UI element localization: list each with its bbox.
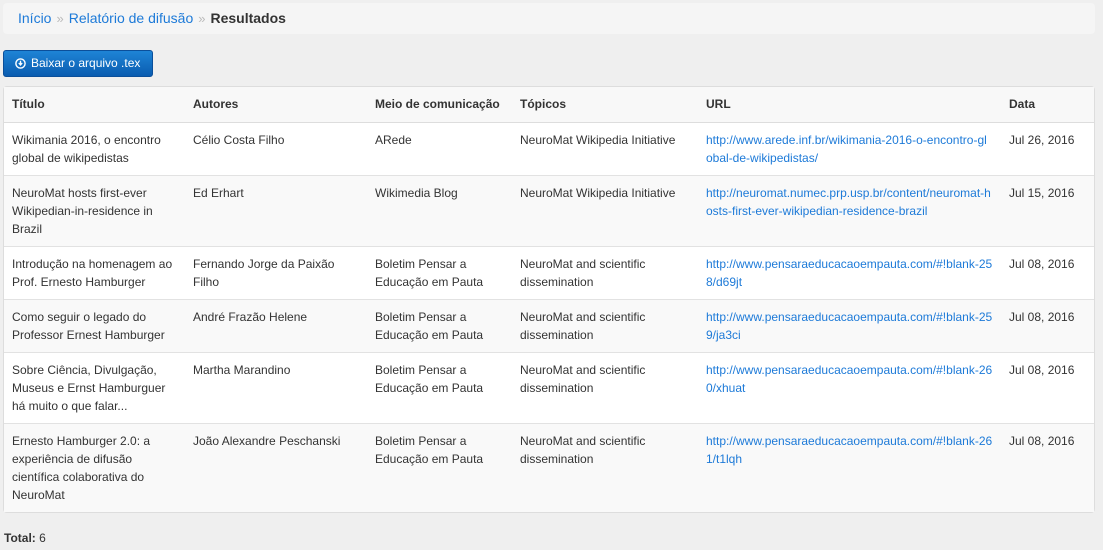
total-count: Total: 6 [4, 531, 46, 545]
column-header-url[interactable]: URL [698, 87, 1001, 123]
table-row: Ernesto Hamburger 2.0: a experiência de … [4, 422, 1094, 512]
cell-authors: André Frazão Helene [185, 298, 367, 352]
column-header-data[interactable]: Data [1001, 87, 1094, 123]
table-header-row: Título Autores Meio de comunicação Tópic… [4, 87, 1094, 123]
cell-medium: Boletim Pensar a Educação em Pauta [367, 298, 512, 352]
cell-authors: Ed Erhart [185, 174, 367, 246]
results-table-container: Título Autores Meio de comunicação Tópic… [3, 86, 1095, 513]
breadcrumb: Início » Relatório de difusão » Resultados [3, 3, 1095, 34]
cell-topics: NeuroMat Wikipedia Initiative [512, 121, 698, 175]
column-header-autores[interactable]: Autores [185, 87, 367, 123]
cell-authors: Fernando Jorge da Paixão Filho [185, 245, 367, 299]
cell-authors: João Alexandre Peschanski [185, 422, 367, 512]
cell-topics: NeuroMat and scientific dissemination [512, 422, 698, 512]
cell-medium: Wikimedia Blog [367, 174, 512, 246]
cell-url: http://www.arede.inf.br/wikimania-2016-o… [698, 121, 1001, 175]
cell-date: Jul 26, 2016 [1001, 121, 1094, 175]
table-row: NeuroMat hosts first-ever Wikipedian-in-… [4, 174, 1094, 246]
cell-date: Jul 08, 2016 [1001, 351, 1094, 423]
column-header-topicos[interactable]: Tópicos [512, 87, 698, 123]
cell-authors: Célio Costa Filho [185, 121, 367, 175]
breadcrumb-link-inicio[interactable]: Início [18, 10, 51, 26]
cell-url: http://www.pensaraeducacaoempauta.com/#!… [698, 422, 1001, 512]
url-link[interactable]: http://www.pensaraeducacaoempauta.com/#!… [706, 363, 992, 395]
cell-url: http://neuromat.numec.prp.usp.br/content… [698, 174, 1001, 246]
total-value: 6 [39, 531, 46, 545]
cell-medium: ARede [367, 121, 512, 175]
total-label: Total: [4, 531, 36, 545]
cell-date: Jul 08, 2016 [1001, 422, 1094, 512]
cell-topics: NeuroMat and scientific dissemination [512, 298, 698, 352]
cell-date: Jul 08, 2016 [1001, 245, 1094, 299]
breadcrumb-current: Resultados [210, 10, 286, 26]
table-row: Introdução na homenagem ao Prof. Ernesto… [4, 245, 1094, 299]
url-link[interactable]: http://www.pensaraeducacaoempauta.com/#!… [706, 434, 992, 466]
breadcrumb-separator: » [198, 11, 206, 26]
cell-url: http://www.pensaraeducacaoempauta.com/#!… [698, 245, 1001, 299]
table-row: Como seguir o legado do Professor Ernest… [4, 298, 1094, 352]
cell-title: Wikimania 2016, o encontro global de wik… [4, 121, 185, 175]
cell-title: Introdução na homenagem ao Prof. Ernesto… [4, 245, 185, 299]
table-row: Wikimania 2016, o encontro global de wik… [4, 121, 1094, 175]
url-link[interactable]: http://www.pensaraeducacaoempauta.com/#!… [706, 257, 992, 289]
cell-title: Ernesto Hamburger 2.0: a experiência de … [4, 422, 185, 512]
cell-medium: Boletim Pensar a Educação em Pauta [367, 351, 512, 423]
results-table: Título Autores Meio de comunicação Tópic… [4, 87, 1094, 512]
cell-url: http://www.pensaraeducacaoempauta.com/#!… [698, 298, 1001, 352]
breadcrumb-link-relatorio[interactable]: Relatório de difusão [69, 10, 194, 26]
cell-topics: NeuroMat Wikipedia Initiative [512, 174, 698, 246]
download-tex-label: Baixar o arquivo .tex [31, 56, 141, 70]
table-row: Sobre Ciência, Divulgação, Museus e Erns… [4, 351, 1094, 423]
cell-title: Sobre Ciência, Divulgação, Museus e Erns… [4, 351, 185, 423]
cell-title: Como seguir o legado do Professor Ernest… [4, 298, 185, 352]
cell-topics: NeuroMat and scientific dissemination [512, 245, 698, 299]
cell-title: NeuroMat hosts first-ever Wikipedian-in-… [4, 174, 185, 246]
cell-medium: Boletim Pensar a Educação em Pauta [367, 245, 512, 299]
url-link[interactable]: http://www.arede.inf.br/wikimania-2016-o… [706, 133, 987, 165]
cell-topics: NeuroMat and scientific dissemination [512, 351, 698, 423]
column-header-meio[interactable]: Meio de comunicação [367, 87, 512, 123]
cell-url: http://www.pensaraeducacaoempauta.com/#!… [698, 351, 1001, 423]
download-tex-button[interactable]: Baixar o arquivo .tex [3, 50, 154, 77]
url-link[interactable]: http://neuromat.numec.prp.usp.br/content… [706, 186, 991, 218]
cell-date: Jul 08, 2016 [1001, 298, 1094, 352]
breadcrumb-separator: » [56, 11, 64, 26]
column-header-titulo[interactable]: Título [4, 87, 185, 123]
cell-date: Jul 15, 2016 [1001, 174, 1094, 246]
url-link[interactable]: http://www.pensaraeducacaoempauta.com/#!… [706, 310, 992, 342]
cell-authors: Martha Marandino [185, 351, 367, 423]
circle-arrow-down-icon [15, 58, 26, 69]
cell-medium: Boletim Pensar a Educação em Pauta [367, 422, 512, 512]
